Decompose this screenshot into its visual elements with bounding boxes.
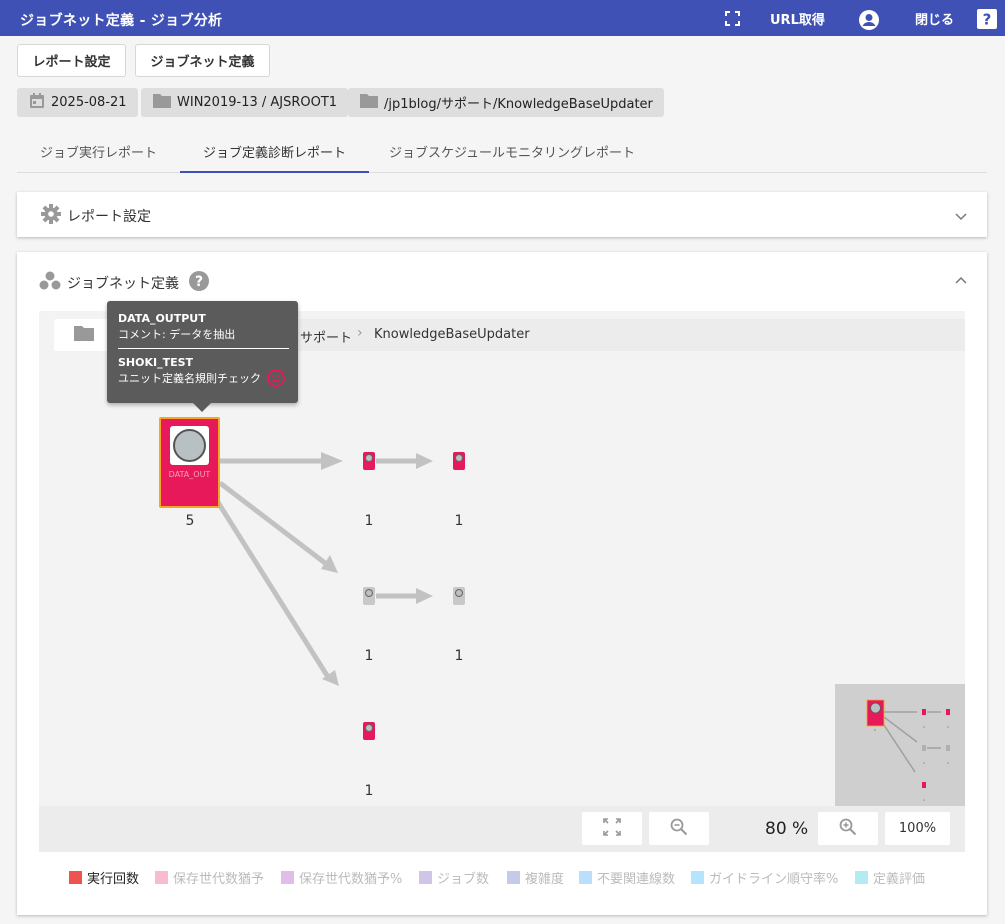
job-node[interactable] (453, 452, 465, 470)
legend-item-complexity[interactable]: 複雑度 (507, 868, 564, 887)
zoom-in-icon (839, 818, 857, 840)
legend-item-retention-margin-pct[interactable]: 保存世代数猶予% (281, 868, 402, 887)
report-tabs: ジョブ実行レポート ジョブ定義診断レポート ジョブスケジュールモニタリングレポー… (17, 131, 987, 173)
job-node[interactable] (363, 452, 375, 470)
frown-face-icon (267, 369, 285, 391)
graph-minimap[interactable]: 5 1 1 1 1 1 (835, 684, 965, 806)
job-icon (170, 426, 209, 465)
tooltip-divider (118, 348, 289, 349)
node-tooltip: DATA_OUTPUT コメント: データを抽出 SHOKI_TEST ユニット… (107, 301, 298, 412)
legend-item-guideline-compliance[interactable]: ガイドライン順守率% (691, 868, 838, 887)
jobnet-icon (39, 271, 61, 295)
tab-job-execution-report[interactable]: ジョブ実行レポート (22, 131, 175, 172)
help-icon[interactable]: ? (189, 271, 209, 295)
graph-toolbar: 80 % 100% (39, 806, 965, 852)
node-count: 1 (454, 648, 464, 664)
job-node[interactable] (363, 722, 375, 740)
calendar-icon (29, 92, 45, 113)
legend-item-retention-margin[interactable]: 保存世代数猶予 (155, 868, 264, 887)
svg-text:1: 1 (923, 725, 925, 729)
node-count: 5 (185, 513, 195, 529)
report-settings-header: レポート設定 (41, 204, 151, 228)
node-count: 1 (454, 513, 464, 529)
job-node[interactable] (453, 587, 465, 605)
tab-job-definition-diagnosis-report[interactable]: ジョブ定義診断レポート (180, 131, 369, 173)
legend-item-definition-rating[interactable]: 定義評価 (855, 868, 925, 887)
svg-text:5: 5 (874, 728, 876, 732)
host-chip[interactable]: WIN2019-13 / AJSROOT1 (141, 88, 349, 117)
folder-icon (153, 93, 171, 112)
jobnet-definition-button[interactable]: ジョブネット定義 (135, 44, 270, 77)
host-chip-label: WIN2019-13 / AJSROOT1 (177, 95, 338, 110)
svg-text:1: 1 (923, 761, 925, 765)
get-url-button[interactable]: URL取得 (770, 9, 825, 28)
svg-text:1: 1 (947, 761, 949, 765)
jobnet-panel-title: ジョブネット定義 (67, 276, 179, 292)
app-title: ジョブネット定義 - ジョブ分析 (20, 13, 223, 29)
gear-icon (41, 204, 61, 228)
tooltip-rule-text: ユニット定義名規則チェック (118, 372, 261, 385)
jobnet-panel-header: ジョブネット定義 ? (39, 271, 209, 295)
fullscreen-icon[interactable] (725, 11, 740, 26)
zoom-level: 80 % (765, 819, 809, 839)
zoom-reset-button[interactable]: 100% (885, 812, 950, 845)
app-header: ジョブネット定義 - ジョブ分析 URL取得 閉じる ? (0, 0, 1005, 36)
svg-text:1: 1 (947, 725, 949, 729)
zoom-out-icon (670, 818, 688, 840)
node-count: 1 (364, 648, 374, 664)
date-chip[interactable]: 2025-08-21 (17, 88, 138, 117)
chevron-down-icon[interactable] (955, 210, 967, 225)
fit-screen-icon (603, 817, 621, 840)
folder-icon (360, 93, 378, 112)
account-icon[interactable] (859, 10, 879, 30)
legend-item-unneeded-links[interactable]: 不要関連線数 (579, 868, 675, 887)
zoom-out-button[interactable] (649, 812, 709, 845)
tooltip-unit-name: DATA_OUTPUT (118, 312, 206, 325)
node-count: 1 (364, 783, 374, 799)
close-button[interactable]: 閉じる (915, 9, 954, 28)
job-node-data-out[interactable]: DATA_OUT (159, 417, 220, 508)
svg-text:?: ? (195, 274, 203, 290)
report-settings-title: レポート設定 (67, 209, 151, 225)
tooltip-comment: コメント: データを抽出 (118, 328, 236, 341)
job-node[interactable] (363, 587, 375, 605)
tab-job-schedule-monitoring-report[interactable]: ジョブスケジュールモニタリングレポート (377, 131, 647, 172)
zoom-in-button[interactable] (818, 812, 878, 845)
path-chip-label: /jp1blog/サポート/KnowledgeBaseUpdater (384, 97, 653, 112)
date-chip-label: 2025-08-21 (51, 95, 127, 110)
report-settings-panel[interactable]: レポート設定 (17, 192, 987, 237)
report-settings-button[interactable]: レポート設定 (17, 44, 126, 77)
legend-item-execution-count[interactable]: 実行回数 (69, 868, 139, 887)
help-icon[interactable]: ? (977, 9, 997, 29)
tooltip-rule-name: SHOKI_TEST (118, 356, 194, 369)
job-node-label: DATA_OUT (168, 470, 211, 479)
node-count: 1 (364, 513, 374, 529)
svg-text:1: 1 (923, 798, 925, 802)
fit-to-screen-button[interactable] (582, 812, 642, 845)
path-chip[interactable]: /jp1blog/サポート/KnowledgeBaseUpdater (348, 88, 664, 117)
chevron-up-icon[interactable] (955, 273, 967, 288)
svg-text:?: ? (983, 11, 992, 29)
legend-item-job-count[interactable]: ジョブ数 (419, 868, 489, 887)
